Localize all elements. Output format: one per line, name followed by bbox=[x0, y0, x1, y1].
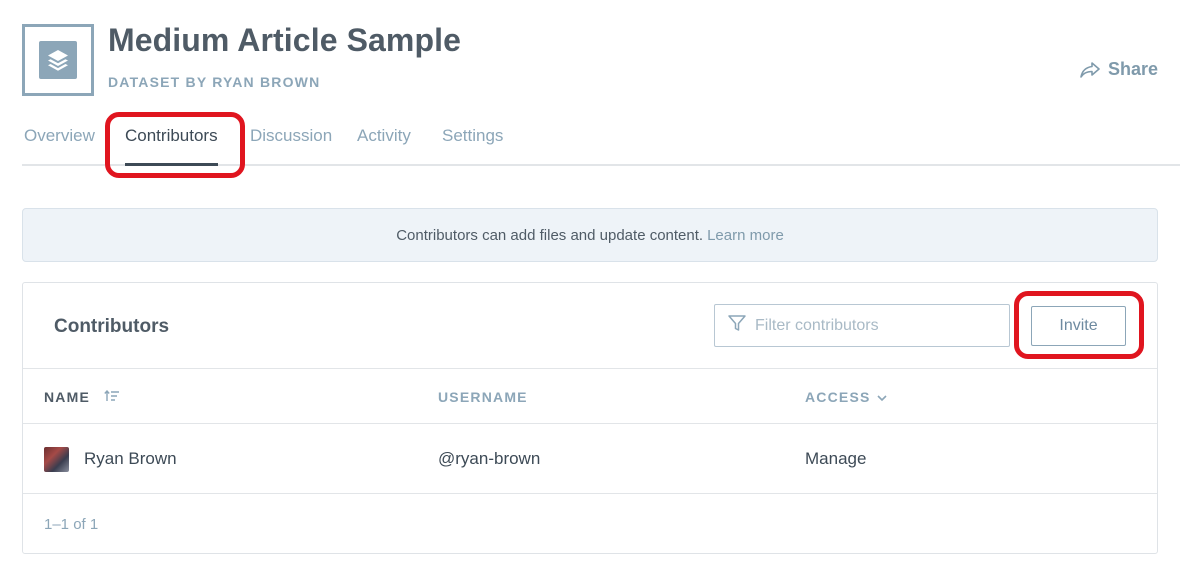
contributor-username: @ryan-brown bbox=[438, 449, 541, 468]
filter-field[interactable] bbox=[714, 304, 1010, 347]
filter-icon bbox=[727, 313, 747, 338]
avatar bbox=[44, 447, 69, 472]
tab-activity[interactable]: Activity bbox=[357, 126, 411, 146]
tab-settings[interactable]: Settings bbox=[442, 126, 503, 146]
page-title: Medium Article Sample bbox=[108, 22, 462, 58]
contributor-name[interactable]: Ryan Brown bbox=[84, 449, 177, 469]
chevron-down-icon bbox=[876, 389, 887, 405]
table-row: Ryan Brown @ryan-brown Manage bbox=[23, 424, 1157, 494]
contributors-panel: Contributors Invite NAME USERNAME ACCESS bbox=[22, 282, 1158, 554]
contributor-access: Manage bbox=[805, 449, 867, 468]
sort-icon[interactable] bbox=[104, 389, 120, 405]
info-banner: Contributors can add files and update co… bbox=[22, 208, 1158, 262]
column-header-access[interactable]: ACCESS bbox=[805, 389, 887, 405]
info-banner-text: Contributors can add files and update co… bbox=[396, 226, 704, 244]
tab-discussion[interactable]: Discussion bbox=[250, 126, 332, 146]
tab-bar: Overview Contributors Discussion Activit… bbox=[22, 122, 1180, 166]
share-button[interactable]: Share bbox=[1080, 59, 1158, 80]
dataset-icon bbox=[22, 24, 94, 96]
pagination-text: 1–1 of 1 bbox=[44, 516, 99, 533]
column-header-access-label: ACCESS bbox=[805, 389, 871, 405]
panel-title: Contributors bbox=[54, 316, 170, 337]
column-header-username: USERNAME bbox=[438, 389, 528, 405]
learn-more-link[interactable]: Learn more bbox=[707, 227, 784, 244]
column-header-name-label: NAME bbox=[44, 389, 91, 405]
layers-icon bbox=[39, 41, 77, 79]
invite-button[interactable]: Invite bbox=[1031, 306, 1126, 346]
dataset-header: Medium Article Sample DATASET BY RYAN BR… bbox=[22, 22, 1158, 98]
tab-overview[interactable]: Overview bbox=[24, 126, 95, 146]
dataset-owner[interactable]: DATASET BY RYAN BROWN bbox=[108, 74, 320, 90]
share-label: Share bbox=[1107, 59, 1158, 79]
filter-input[interactable] bbox=[755, 316, 995, 335]
share-arrow-icon bbox=[1080, 61, 1100, 78]
column-header-name[interactable]: NAME bbox=[44, 389, 120, 405]
table-header: NAME USERNAME ACCESS bbox=[23, 368, 1157, 424]
tab-contributors[interactable]: Contributors bbox=[125, 126, 218, 166]
